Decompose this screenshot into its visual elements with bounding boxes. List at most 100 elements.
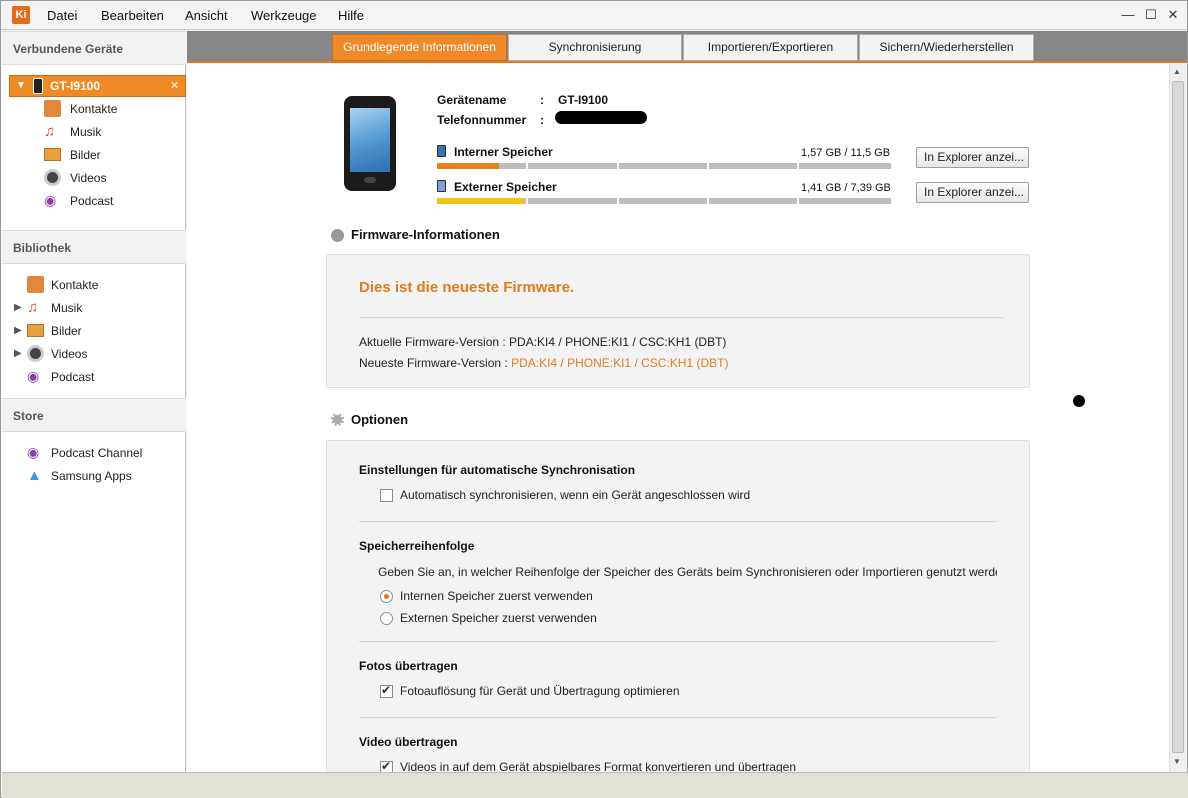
tab-importieren-exportieren[interactable]: Importieren/Exportieren	[683, 34, 858, 61]
scroll-down-icon[interactable]: ▼	[1173, 757, 1181, 766]
autosync-checkbox[interactable]	[380, 489, 393, 502]
firmware-section-title: Firmware-Informationen	[351, 227, 500, 242]
photos-heading: Fotos übertragen	[359, 659, 458, 673]
radio-external-first[interactable]	[380, 612, 393, 625]
cursor-dot	[1073, 395, 1085, 407]
podcast-icon: ◉	[27, 368, 40, 384]
internal-explorer-button[interactable]: In Explorer anzei...	[916, 147, 1029, 168]
photos-checkbox[interactable]	[380, 683, 393, 698]
menu-datei[interactable]: Datei	[47, 8, 77, 23]
radio-internal-label: Internen Speicher zuerst verwenden	[400, 589, 593, 603]
radio-internal-first[interactable]	[380, 590, 393, 603]
internal-storage-bar	[437, 163, 891, 169]
radio-external-label: Externen Speicher zuerst verwenden	[400, 611, 597, 625]
film-reel-icon	[27, 345, 44, 362]
divider	[359, 521, 997, 522]
firmware-current-value: PDA:KI4 / PHONE:KI1 / CSC:KH1 (DBT)	[509, 335, 727, 349]
device-item-podcast[interactable]: ◉ Podcast	[44, 191, 184, 211]
internal-storage-fill	[437, 163, 500, 169]
section-store: Store	[2, 398, 186, 432]
tab-synchronisierung[interactable]: Synchronisierung	[508, 34, 682, 61]
device-item-bilder[interactable]: Bilder	[44, 145, 184, 165]
library-item-videos[interactable]: ▶ Videos	[10, 344, 180, 364]
music-icon: ♫	[27, 299, 39, 316]
section-connected-devices: Verbundene Geräte	[2, 31, 186, 65]
bar-separator	[707, 163, 709, 169]
expand-arrow-icon[interactable]	[331, 229, 344, 242]
options-panel: Einstellungen für automatische Synchroni…	[326, 440, 1030, 772]
chevron-right-icon[interactable]: ▶	[14, 348, 22, 359]
device-item-musik[interactable]: ♫ Musik	[44, 122, 184, 142]
bar-separator	[797, 163, 799, 169]
library-item-kontakte[interactable]: Kontakte	[10, 275, 180, 295]
video-checkbox[interactable]	[380, 759, 393, 772]
external-explorer-button[interactable]: In Explorer anzei...	[916, 182, 1029, 203]
store-item-samsung-apps[interactable]: ▲ Samsung Apps	[10, 466, 180, 486]
chevron-down-icon[interactable]: ▼	[16, 80, 26, 91]
external-storage-value: 1,41 GB / 7,39 GB	[801, 182, 891, 194]
library-item-musik[interactable]: ▶ ♫ Musik	[10, 298, 180, 318]
section-library: Bibliothek	[2, 230, 186, 264]
minimize-button[interactable]: —	[1120, 7, 1136, 23]
scroll-up-icon[interactable]: ▲	[1173, 67, 1181, 76]
maximize-button[interactable]: ☐	[1143, 7, 1159, 23]
menu-bearbeiten[interactable]: Bearbeiten	[101, 8, 164, 23]
pictures-icon	[44, 148, 61, 161]
app-window: Ki Datei Bearbeiten Ansicht Werkzeuge Hi…	[0, 0, 1188, 798]
disconnect-icon[interactable]: ✕	[170, 79, 179, 92]
bar-separator	[707, 198, 709, 204]
menu-hilfe[interactable]: Hilfe	[338, 8, 364, 23]
scroll-thumb[interactable]	[1172, 81, 1184, 753]
device-name-value: GT-I9100	[558, 93, 609, 107]
library-item-bilder[interactable]: ▶ Bilder	[10, 321, 180, 341]
external-storage-icon	[437, 180, 446, 192]
vertical-scrollbar[interactable]: ▲ ▼	[1169, 64, 1186, 772]
storage-order-description: Geben Sie an, in welcher Reihenfolge der…	[378, 565, 997, 579]
status-bar	[2, 772, 1188, 798]
external-storage-label: Externer Speicher	[454, 180, 557, 194]
gear-icon	[331, 413, 344, 426]
contacts-icon	[27, 276, 44, 293]
tab-sichern-wiederherstellen[interactable]: Sichern/Wiederherstellen	[859, 34, 1034, 61]
main-content: Gerätename : GT-I9100 Telefonnummer : In…	[187, 64, 1169, 772]
library-item-podcast[interactable]: ◉ Podcast	[10, 367, 180, 387]
store-item-podcast-channel[interactable]: ◉ Podcast Channel	[10, 443, 180, 463]
chevron-right-icon[interactable]: ▶	[14, 325, 22, 336]
device-item-kontakte[interactable]: Kontakte	[44, 99, 184, 119]
menu-werkzeuge[interactable]: Werkzeuge	[251, 8, 317, 23]
divider	[359, 717, 997, 718]
bar-separator	[526, 163, 528, 169]
samsung-apps-icon: ▲	[27, 467, 42, 484]
divider	[359, 641, 997, 642]
bar-separator	[797, 198, 799, 204]
phone-number-label: Telefonnummer	[437, 113, 527, 127]
close-window-button[interactable]: ✕	[1165, 7, 1181, 23]
firmware-latest-value: PDA:KI4 / PHONE:KI1 / CSC:KH1 (DBT)	[511, 356, 729, 370]
sidebar: Verbundene Geräte ▼ GT-I9100 ✕ Kontakte …	[2, 31, 186, 772]
tab-grundlegende-informationen[interactable]: Grundlegende Informationen	[332, 34, 507, 61]
section-title: Verbundene Geräte	[13, 42, 124, 56]
music-icon: ♫	[44, 123, 56, 140]
bar-separator	[617, 198, 619, 204]
firmware-status: Dies ist die neueste Firmware.	[359, 279, 575, 296]
podcast-icon: ◉	[27, 444, 40, 460]
device-name: GT-I9100	[50, 79, 101, 93]
phone-number-separator: :	[540, 113, 544, 127]
firmware-latest-line: Neueste Firmware-Version : PDA:KI4 / PHO…	[359, 356, 729, 370]
tab-bar: Grundlegende Informationen Synchronisier…	[187, 31, 1187, 63]
bar-separator	[617, 163, 619, 169]
film-reel-icon	[44, 169, 61, 186]
autosync-heading: Einstellungen für automatische Synchroni…	[359, 463, 636, 477]
device-item-videos[interactable]: Videos	[44, 168, 184, 188]
menu-bar: Ki Datei Bearbeiten Ansicht Werkzeuge Hi…	[1, 1, 1187, 30]
video-heading: Video übertragen	[359, 735, 458, 749]
video-label: Videos in auf dem Gerät abspielbares For…	[400, 760, 797, 772]
menu-ansicht[interactable]: Ansicht	[185, 8, 228, 23]
device-row-gt-i9100[interactable]: ▼ GT-I9100 ✕	[9, 75, 186, 97]
chevron-right-icon[interactable]: ▶	[14, 302, 22, 313]
divider	[359, 317, 1003, 318]
photos-label: Fotoauflösung für Gerät und Übertragung …	[400, 684, 680, 698]
section-title: Bibliothek	[13, 241, 72, 255]
contacts-icon	[44, 100, 61, 117]
firmware-current-line: Aktuelle Firmware-Version : PDA:KI4 / PH…	[359, 335, 727, 349]
